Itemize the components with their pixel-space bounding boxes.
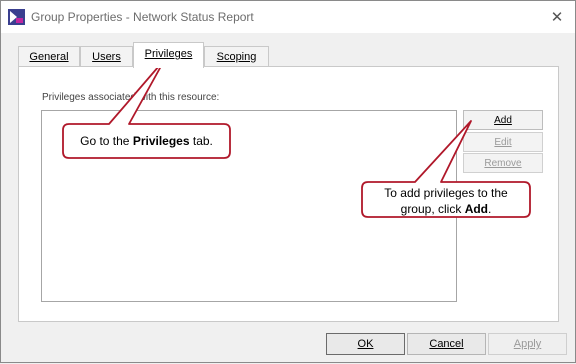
tab-users[interactable]: Users <box>80 46 133 67</box>
edit-button[interactable]: Edit <box>463 132 543 152</box>
add-button[interactable]: Add <box>463 110 543 130</box>
callout-add-text: To add privileges to the group, click Ad… <box>384 186 508 216</box>
cancel-button[interactable]: Cancel <box>407 333 486 355</box>
group-properties-dialog: Group Properties - Network Status Report… <box>0 0 576 363</box>
title-bar: Group Properties - Network Status Report… <box>1 1 575 33</box>
tab-general[interactable]: General <box>18 46 80 67</box>
ok-button[interactable]: OK <box>326 333 405 355</box>
tab-privileges[interactable]: Privileges <box>133 42 204 68</box>
close-icon[interactable]: ✕ <box>546 7 568 27</box>
privileges-list-label: Privileges associated with this resource… <box>42 92 220 103</box>
remove-button[interactable]: Remove <box>463 153 543 173</box>
callout-tab-text: Go to the Privileges tab. <box>80 134 213 148</box>
window-title: Group Properties - Network Status Report <box>31 10 254 24</box>
apply-button[interactable]: Apply <box>488 333 567 355</box>
app-logo-icon <box>8 9 25 25</box>
tab-scoping[interactable]: Scoping <box>204 46 269 67</box>
